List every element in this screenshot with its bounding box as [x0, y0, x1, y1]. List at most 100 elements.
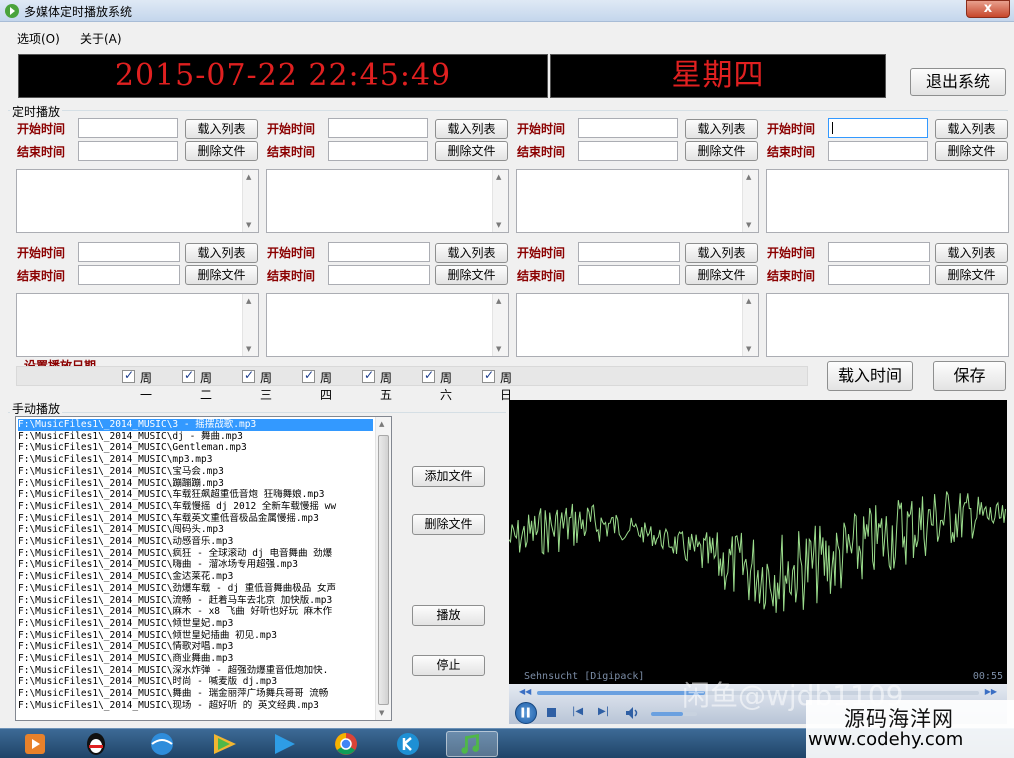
taskbar-video-icon[interactable]: [266, 731, 302, 757]
scroll-down-icon[interactable]: ▼: [379, 709, 384, 717]
taskbar-player-icon[interactable]: [206, 731, 242, 757]
taskbar-music-app-icon[interactable]: [446, 731, 498, 757]
stop-button[interactable]: 停止: [412, 655, 485, 676]
load-list-button[interactable]: 载入列表: [435, 243, 508, 263]
exit-button[interactable]: 退出系统: [910, 68, 1006, 96]
load-list-button[interactable]: 载入列表: [935, 119, 1008, 139]
scroll-up-icon[interactable]: ▲: [379, 420, 384, 428]
checkbox-checked-icon[interactable]: [422, 368, 435, 383]
end-time-input[interactable]: [578, 265, 680, 285]
playlist-item[interactable]: F:\MusicFiles1\_2014_MUSIC\车载狂飙超重低音炮 狂嗨舞…: [18, 489, 373, 501]
playlist-item[interactable]: F:\MusicFiles1\_2014_MUSIC\嗨曲 - 溜冰场专用超强.…: [18, 559, 373, 571]
schedule-file-list[interactable]: [766, 169, 1009, 233]
previous-icon[interactable]: |◀: [572, 706, 583, 717]
start-time-input[interactable]: [578, 118, 678, 138]
scroll-down-icon[interactable]: ▼: [496, 221, 501, 229]
load-list-button[interactable]: 载入列表: [685, 243, 758, 263]
end-time-input[interactable]: [328, 265, 430, 285]
forward-icon[interactable]: ▶▶: [985, 687, 997, 696]
end-time-input[interactable]: [78, 265, 180, 285]
schedule-list-scrollbar[interactable]: ▲ ▼: [742, 170, 758, 232]
checkbox-checked-icon[interactable]: [362, 368, 375, 383]
playlist-item[interactable]: F:\MusicFiles1\_2014_MUSIC\车载英文重低音极品金属慢摇…: [18, 513, 373, 525]
end-time-input[interactable]: [328, 141, 428, 161]
play-button[interactable]: 播放: [412, 605, 485, 626]
playlist-item[interactable]: F:\MusicFiles1\_2014_MUSIC\闯码头.mp3: [18, 524, 373, 536]
start-time-input[interactable]: [78, 242, 180, 262]
schedule-file-list[interactable]: ▲ ▼: [516, 169, 759, 233]
start-time-input[interactable]: [828, 118, 928, 138]
start-time-input[interactable]: [78, 118, 178, 138]
delete-file-button[interactable]: 删除文件: [935, 141, 1008, 161]
playlist-item[interactable]: F:\MusicFiles1\_2014_MUSIC\倾世皇妃插曲 初见.mp3: [18, 630, 373, 642]
schedule-list-scrollbar[interactable]: ▲ ▼: [242, 294, 258, 356]
taskbar-media-app-icon[interactable]: [16, 731, 52, 757]
playlist-item[interactable]: F:\MusicFiles1\_2014_MUSIC\动感音乐.mp3: [18, 536, 373, 548]
schedule-list-scrollbar[interactable]: ▲ ▼: [492, 170, 508, 232]
scroll-up-icon[interactable]: ▲: [746, 297, 751, 305]
playlist-item[interactable]: F:\MusicFiles1\_2014_MUSIC\麻木 - x8 飞曲 好听…: [18, 606, 373, 618]
end-time-input[interactable]: [78, 141, 178, 161]
playlist-item[interactable]: F:\MusicFiles1\_2014_MUSIC\倾世皇妃.mp3: [18, 618, 373, 630]
checkbox-checked-icon[interactable]: [242, 368, 255, 383]
schedule-list-scrollbar[interactable]: ▲ ▼: [242, 170, 258, 232]
end-time-input[interactable]: [828, 265, 930, 285]
delete-file-button[interactable]: 删除文件: [935, 265, 1008, 285]
load-list-button[interactable]: 载入列表: [685, 119, 758, 139]
playlist-item[interactable]: F:\MusicFiles1\_2014_MUSIC\时尚 - 喊麦版 dj.m…: [18, 676, 373, 688]
scroll-up-icon[interactable]: ▲: [246, 297, 251, 305]
taskbar-qq-icon[interactable]: [78, 731, 114, 757]
next-icon[interactable]: ▶|: [598, 706, 609, 717]
end-time-input[interactable]: [578, 141, 678, 161]
load-list-button[interactable]: 载入列表: [935, 243, 1008, 263]
delete-file-button[interactable]: 删除文件: [185, 141, 258, 161]
rewind-icon[interactable]: ◀◀: [519, 687, 531, 696]
playlist-item[interactable]: F:\MusicFiles1\_2014_MUSIC\蹦蹦蹦.mp3: [18, 478, 373, 490]
playlist-item[interactable]: F:\MusicFiles1\_2014_MUSIC\疯狂 - 全球滚动 dj …: [18, 548, 373, 560]
playlist-item[interactable]: F:\MusicFiles1\_2014_MUSIC\3 - 摇摆战歌.mp3: [18, 419, 373, 431]
scroll-up-icon[interactable]: ▲: [496, 173, 501, 181]
delete-file-button[interactable]: 删除文件: [685, 265, 758, 285]
delete-file-button[interactable]: 删除文件: [435, 141, 508, 161]
load-list-button[interactable]: 载入列表: [185, 119, 258, 139]
checkbox-checked-icon[interactable]: [302, 368, 315, 383]
scroll-thumb[interactable]: [378, 435, 389, 705]
scroll-up-icon[interactable]: ▲: [746, 173, 751, 181]
playlist-item[interactable]: F:\MusicFiles1\_2014_MUSIC\商业舞曲.mp3: [18, 653, 373, 665]
schedule-file-list[interactable]: ▲ ▼: [266, 169, 509, 233]
playlist[interactable]: F:\MusicFiles1\_2014_MUSIC\3 - 摇摆战歌.mp3 F…: [15, 416, 392, 721]
playlist-item[interactable]: F:\MusicFiles1\_2014_MUSIC\劲爆车载 - dj 重低音…: [18, 583, 373, 595]
schedule-file-list[interactable]: ▲ ▼: [266, 293, 509, 357]
start-time-input[interactable]: [578, 242, 680, 262]
playlist-item[interactable]: F:\MusicFiles1\_2014_MUSIC\Gentleman.mp3: [18, 442, 373, 454]
schedule-file-list[interactable]: ▲ ▼: [16, 293, 259, 357]
scroll-down-icon[interactable]: ▼: [246, 345, 251, 353]
playlist-item[interactable]: F:\MusicFiles1\_2014_MUSIC\情歌对唱.mp3: [18, 641, 373, 653]
playlist-item[interactable]: F:\MusicFiles1\_2014_MUSIC\宝马会.mp3: [18, 466, 373, 478]
checkbox-checked-icon[interactable]: [122, 368, 135, 383]
schedule-file-list[interactable]: ▲ ▼: [16, 169, 259, 233]
load-list-button[interactable]: 载入列表: [185, 243, 258, 263]
schedule-file-list[interactable]: [766, 293, 1009, 357]
start-time-input[interactable]: [828, 242, 930, 262]
taskbar-browser-icon[interactable]: [144, 731, 180, 757]
schedule-file-list[interactable]: ▲ ▼: [516, 293, 759, 357]
playlist-item[interactable]: F:\MusicFiles1\_2014_MUSIC\深水炸弹 - 超强劲爆重音…: [18, 665, 373, 677]
volume-icon[interactable]: [625, 706, 641, 720]
scroll-up-icon[interactable]: ▲: [496, 297, 501, 305]
load-time-button[interactable]: 载入时间: [827, 361, 913, 391]
scroll-down-icon[interactable]: ▼: [246, 221, 251, 229]
taskbar-k-app-icon[interactable]: [390, 731, 426, 757]
delete-file-button[interactable]: 删除文件: [685, 141, 758, 161]
taskbar-chrome-icon[interactable]: [328, 731, 364, 757]
end-time-input[interactable]: [828, 141, 928, 161]
manual-delete-file-button[interactable]: 删除文件: [412, 514, 485, 535]
playlist-item[interactable]: F:\MusicFiles1\_2014_MUSIC\dj - 舞曲.mp3: [18, 431, 373, 443]
checkbox-checked-icon[interactable]: [482, 368, 495, 383]
close-button[interactable]: x: [966, 0, 1010, 18]
scroll-up-icon[interactable]: ▲: [246, 173, 251, 181]
playlist-item[interactable]: F:\MusicFiles1\_2014_MUSIC\现场 - 超好听 的 英文…: [18, 700, 373, 712]
playlist-item[interactable]: F:\MusicFiles1\_2014_MUSIC\车载慢摇 dj 2012 …: [18, 501, 373, 513]
scroll-down-icon[interactable]: ▼: [746, 345, 751, 353]
pause-button[interactable]: [515, 702, 537, 724]
